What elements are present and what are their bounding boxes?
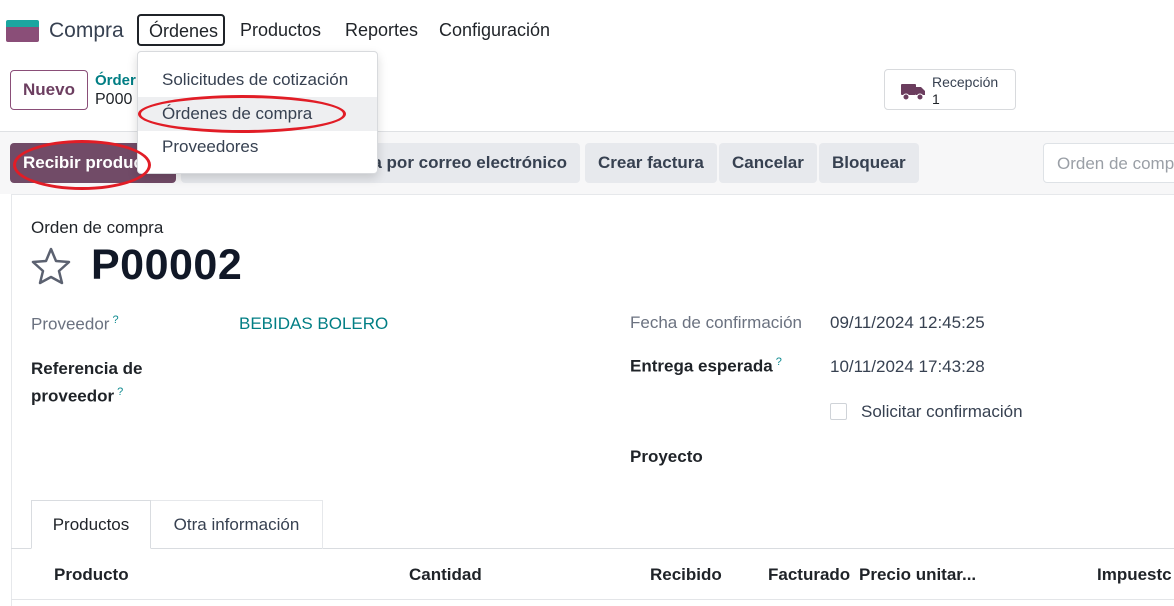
cancel-button[interactable]: Cancelar bbox=[719, 143, 817, 183]
help-icon[interactable]: ? bbox=[776, 356, 782, 368]
purchase-app-icon[interactable] bbox=[6, 20, 39, 42]
truck-icon bbox=[901, 84, 925, 101]
column-header-cantidad[interactable]: Cantidad bbox=[409, 565, 482, 585]
menu-item-solicitudes-cotizacion[interactable]: Solicitudes de cotización bbox=[138, 63, 377, 97]
column-header-producto[interactable]: Producto bbox=[54, 565, 129, 585]
receipt-smart-button[interactable]: Recepción 1 bbox=[884, 69, 1016, 110]
ask-confirmation-checkbox[interactable] bbox=[830, 403, 847, 420]
lock-button[interactable]: Bloquear bbox=[819, 143, 919, 183]
vendor-value[interactable]: BEBIDAS BOLERO bbox=[239, 314, 388, 334]
annotation-ellipse bbox=[13, 140, 151, 190]
menu-item-proveedores[interactable]: Proveedores bbox=[138, 130, 377, 164]
receipt-count: 1 bbox=[932, 91, 940, 107]
app-name[interactable]: Compra bbox=[49, 19, 124, 43]
new-button[interactable]: Nuevo bbox=[10, 70, 88, 110]
form-kicker: Orden de compra bbox=[31, 218, 164, 237]
table-header-divider bbox=[11, 599, 1174, 600]
confirmation-date-value: 09/11/2024 12:45:25 bbox=[830, 313, 985, 332]
breadcrumb-current: P000 bbox=[95, 91, 133, 108]
column-header-recibido[interactable]: Recibido bbox=[650, 565, 722, 585]
column-header-impuestos[interactable]: Impuestc bbox=[1097, 565, 1172, 585]
annotation-ellipse bbox=[138, 95, 346, 133]
vendor-reference-label-line1: Referencia de bbox=[31, 359, 143, 378]
receipt-label: Recepción bbox=[932, 74, 999, 90]
ask-confirmation-label: Solicitar confirmación bbox=[861, 402, 1023, 421]
menu-reportes[interactable]: Reportes bbox=[345, 20, 418, 41]
menu-ordenes-label: Órdenes bbox=[149, 21, 219, 41]
tab-productos[interactable]: Productos bbox=[31, 500, 151, 549]
vendor-label: Proveedor? bbox=[31, 314, 119, 334]
help-icon[interactable]: ? bbox=[117, 386, 123, 398]
expected-arrival-value[interactable]: 10/11/2024 17:43:28 bbox=[830, 357, 985, 377]
project-label: Proyecto bbox=[630, 447, 703, 466]
column-header-facturado[interactable]: Facturado bbox=[768, 565, 850, 585]
menu-productos[interactable]: Productos bbox=[240, 20, 321, 41]
create-invoice-button[interactable]: Crear factura bbox=[585, 143, 717, 183]
help-icon[interactable]: ? bbox=[112, 314, 118, 326]
star-icon[interactable] bbox=[30, 246, 72, 286]
breadcrumb-parent[interactable]: Órder bbox=[95, 72, 136, 89]
menu-ordenes[interactable]: Órdenes bbox=[137, 14, 225, 46]
expected-arrival-label: Entrega esperada? bbox=[630, 356, 782, 376]
column-header-precio-unitario[interactable]: Precio unitar... bbox=[859, 565, 976, 585]
vendor-reference-label: proveedor? bbox=[31, 386, 124, 406]
confirmation-date-label: Fecha de confirmación bbox=[630, 313, 802, 332]
menu-configuracion[interactable]: Configuración bbox=[439, 20, 550, 41]
tab-otra-informacion[interactable]: Otra información bbox=[151, 500, 323, 549]
order-name: P00002 bbox=[91, 241, 243, 289]
status-purchase-order[interactable]: Orden de comp bbox=[1043, 143, 1174, 183]
